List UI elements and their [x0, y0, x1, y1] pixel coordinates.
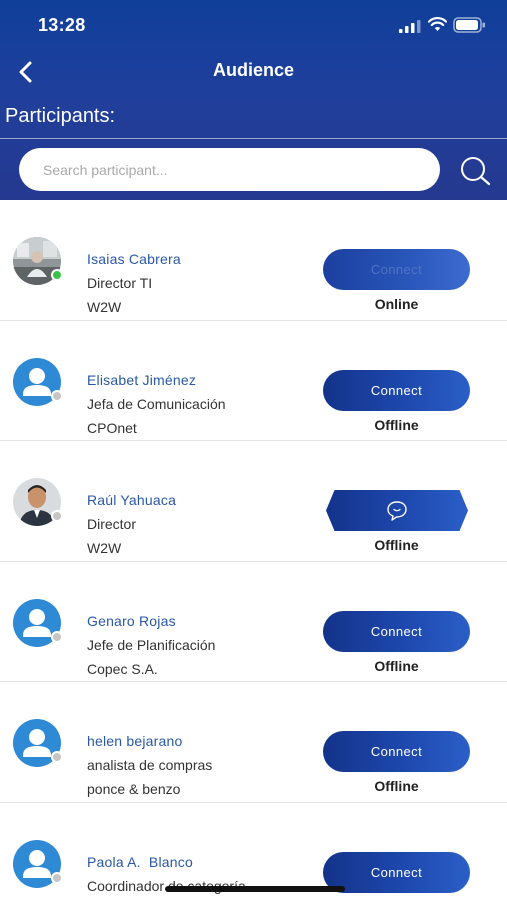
participant-name[interactable]: Paola A. Blanco: [87, 854, 193, 870]
participant-list: Isaias Cabrera Director TI W2W Connect O…: [0, 200, 507, 900]
participant-row: Genaro Rojas Jefe de Planificación Copec…: [0, 561, 507, 682]
participant-role: Director TI: [87, 275, 153, 291]
participant-company: W2W: [87, 540, 122, 556]
status-label: Offline: [374, 778, 419, 794]
status-label: Online: [374, 296, 419, 312]
participant-row: helen bejarano analista de compras ponce…: [0, 682, 507, 803]
search-button[interactable]: [458, 155, 492, 187]
header-divider: [0, 138, 507, 139]
participant-row: Raúl Yahuaca Director W2W Offline: [0, 441, 507, 562]
connect-button[interactable]: Connect: [323, 249, 470, 290]
presence-indicator: [51, 751, 63, 763]
status-label: Offline: [374, 416, 419, 433]
participant-name[interactable]: helen bejarano: [87, 733, 182, 749]
battery-icon: [453, 17, 485, 33]
search-input[interactable]: [19, 148, 440, 191]
chat-button[interactable]: [326, 490, 468, 531]
chat-bubble-icon: [387, 500, 407, 521]
presence-indicator: [51, 389, 63, 402]
home-indicator[interactable]: [165, 886, 345, 892]
status-time: 13:28: [38, 15, 86, 35]
connect-button[interactable]: Connect: [323, 851, 470, 893]
presence-indicator: [51, 871, 63, 884]
connect-button[interactable]: Connect: [323, 369, 470, 411]
presence-indicator: [51, 269, 63, 281]
participant-role: Director: [87, 516, 137, 532]
participant-row: Isaias Cabrera Director TI W2W Connect O…: [0, 200, 507, 321]
status-label: Offline: [374, 537, 419, 553]
status-bar: 13:28: [0, 0, 507, 50]
participant-company: ponce & benzo: [87, 781, 181, 797]
connect-button[interactable]: Connect: [323, 610, 470, 652]
participant-role: Jefe de Planificación: [87, 636, 216, 653]
participant-name[interactable]: Isaias Cabrera: [87, 251, 181, 267]
participant-company: Copec S.A.: [87, 660, 158, 677]
presence-indicator: [51, 630, 63, 643]
participant-company: W2W: [87, 299, 122, 315]
participant-name[interactable]: Genaro Rojas: [87, 613, 176, 629]
participant-role: analista de compras: [87, 757, 213, 773]
participant-name[interactable]: Raúl Yahuaca: [87, 492, 176, 508]
participant-row: Elisabet Jiménez Jefa de Comunicación CP…: [0, 320, 507, 441]
header: 13:28 Audience Participants:: [0, 0, 507, 200]
wifi-icon: [428, 17, 447, 31]
presence-indicator: [51, 510, 63, 522]
participant-company: CPOnet: [87, 419, 137, 436]
participant-role: Jefa de Comunicación: [87, 395, 226, 412]
participants-label: Participants:: [5, 105, 116, 127]
status-label: Offline: [374, 657, 419, 674]
connect-button[interactable]: Connect: [323, 731, 470, 772]
participant-name[interactable]: Elisabet Jiménez: [87, 372, 196, 388]
signal-icon: [399, 20, 421, 33]
page-title: Audience: [212, 60, 295, 80]
search-icon: [461, 157, 491, 186]
